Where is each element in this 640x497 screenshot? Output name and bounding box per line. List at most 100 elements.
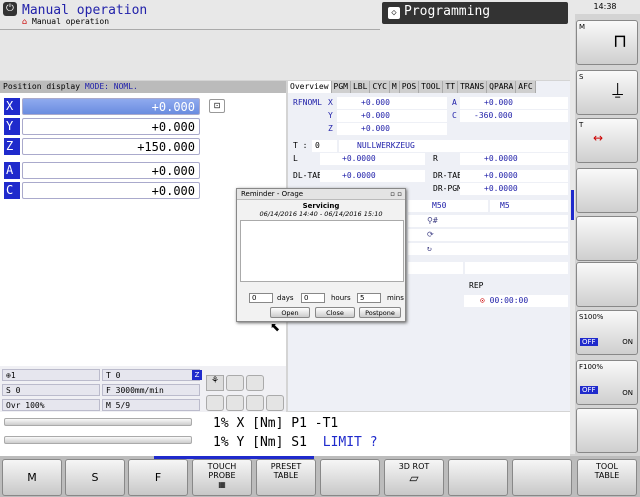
- softkey-3d-rot[interactable]: 3D ROT ▱: [384, 459, 444, 496]
- ov-r-value: +0.0000: [460, 153, 568, 165]
- ov-dltab-label: DL-TAB: [293, 171, 322, 180]
- tab-afc[interactable]: AFC: [516, 81, 536, 93]
- axis-row-c[interactable]: C +0.000: [4, 182, 200, 199]
- tab-trans[interactable]: TRANS: [458, 81, 488, 93]
- ov-rep: REP: [469, 281, 484, 290]
- softkey-empty-b[interactable]: [448, 459, 508, 496]
- programming-icon: ◇: [388, 7, 400, 19]
- programming-tab[interactable]: ◇ Programming: [382, 2, 568, 24]
- vsoftkey-empty-4[interactable]: [576, 408, 638, 453]
- vsoftkey-s100[interactable]: S100% OFF ON: [576, 310, 638, 355]
- s100-off: OFF: [580, 338, 598, 346]
- axis-value: +0.000: [22, 162, 200, 179]
- axis-label: A: [4, 162, 20, 179]
- postpone-button[interactable]: Postpone: [359, 307, 401, 318]
- limit-text: LIMIT ?: [322, 435, 378, 450]
- s100-on: ON: [622, 338, 633, 346]
- vsoftkey-s[interactable]: S ⍊: [576, 70, 638, 115]
- hours-input[interactable]: 0: [301, 293, 325, 303]
- softkey-m[interactable]: M: [2, 459, 62, 496]
- vsoftkey-t-label: T: [579, 121, 584, 129]
- ov-time-value: 00:00:00: [489, 296, 529, 305]
- days-input[interactable]: 0: [249, 293, 273, 303]
- ov-x-value: +0.000: [337, 97, 447, 109]
- softkey-f[interactable]: F: [128, 459, 188, 496]
- ov-r-label: R: [433, 154, 438, 163]
- ov-tool-name: NULLWERKZEUG: [339, 140, 568, 152]
- right-strip: [570, 14, 575, 454]
- ov-tool-number: 0: [312, 140, 337, 152]
- rotate-icon: ↻: [427, 244, 432, 253]
- ov-row-w4a: [408, 262, 463, 274]
- close-icon[interactable]: ▫ ▫: [390, 189, 402, 200]
- tab-qpara[interactable]: QPARA: [487, 81, 517, 93]
- mins-input[interactable]: 5: [357, 293, 381, 303]
- ov-row-w4b: [465, 262, 568, 274]
- dialog-heading: Servicing: [302, 202, 340, 210]
- pin-icon[interactable]: ⊡: [209, 99, 225, 113]
- tab-overview[interactable]: Overview: [288, 81, 332, 93]
- s100-label: S100%: [579, 313, 604, 321]
- vsoftkey-empty-3[interactable]: [576, 262, 638, 307]
- clamp-icon: ⚲#: [427, 216, 438, 225]
- tool-change-icon: ↔: [593, 131, 604, 145]
- ov-tool-t: T :: [293, 141, 308, 150]
- tab-tt[interactable]: TT: [443, 81, 459, 93]
- bottom-line-2: 1% Y [Nm] S1 LIMIT ?: [213, 435, 378, 450]
- scroll-indicator[interactable]: [571, 190, 574, 220]
- status-mfunc: M 5/9: [102, 399, 200, 411]
- position-mode: MODE: NOML.: [84, 82, 138, 91]
- close-button[interactable]: Close: [315, 307, 355, 318]
- tab-lbl[interactable]: LBL: [350, 81, 371, 93]
- tab-m[interactable]: M: [389, 81, 400, 93]
- axis-row-x[interactable]: X +0.000: [4, 98, 200, 115]
- ov-timer: ⊙ 00:00:00: [464, 295, 568, 307]
- ov-x-label: X: [328, 98, 333, 107]
- touch-probe-label: TOUCH PROBE: [207, 462, 237, 480]
- ov-drtab-value: +0.0000: [460, 170, 568, 182]
- header-left: ⏻ Manual operation ⌂ Manual operation: [0, 0, 380, 30]
- ov-row-w3: ↻: [408, 243, 568, 255]
- clock-icon: ⊙: [480, 296, 490, 305]
- axis-row-y[interactable]: Y +0.000: [4, 118, 200, 135]
- softkey-s[interactable]: S: [65, 459, 125, 496]
- ov-drpgm-label: DR-PGM: [433, 184, 462, 193]
- dialog-text-area[interactable]: [240, 220, 404, 282]
- vsoftkey-m[interactable]: M ⊓: [576, 20, 638, 65]
- vsoftkey-empty-2[interactable]: [576, 216, 638, 261]
- open-button[interactable]: Open: [270, 307, 310, 318]
- axis-row-a[interactable]: A +0.000: [4, 162, 200, 179]
- status-box-5: [246, 395, 264, 411]
- vsoftkey-m-label: M: [579, 23, 586, 31]
- power-icon: ⏻: [3, 2, 17, 16]
- ov-drtab-label: DR-TAB: [433, 171, 462, 180]
- programming-label: Programming: [404, 4, 491, 19]
- mins-label: mins: [387, 294, 404, 302]
- axis-label: C: [4, 182, 20, 199]
- dialog-titlebar: Reminder - Orage ▫ ▫: [237, 189, 405, 200]
- softkey-tool-table[interactable]: TOOL TABLE: [577, 459, 637, 496]
- softkey-touch-probe[interactable]: TOUCH PROBE ▦: [192, 459, 252, 496]
- ov-l-label: L: [293, 154, 298, 163]
- tab-pos[interactable]: POS: [399, 81, 420, 93]
- softkey-empty-c[interactable]: [512, 459, 572, 496]
- probe-icon: ⚘: [206, 375, 224, 391]
- status-tool-symbol: ⊕1: [2, 369, 100, 381]
- ov-drpgm-value: +0.0000: [460, 183, 568, 195]
- axis-value: +0.000: [22, 118, 200, 135]
- tab-cyc[interactable]: CYC: [370, 81, 390, 93]
- tab-pgm[interactable]: PGM: [331, 81, 351, 93]
- vsoftkey-f100[interactable]: F100% OFF ON: [576, 360, 638, 405]
- ov-m50: M50: [408, 200, 488, 212]
- tab-tool[interactable]: TOOL: [419, 81, 444, 93]
- dialog-range: 06/14/2016 14:40 - 06/14/2016 15:10: [259, 210, 383, 218]
- vsoftkey-empty-1[interactable]: [576, 168, 638, 213]
- ov-l-value: +0.0000: [320, 153, 425, 165]
- softkey-preset-table[interactable]: PRESET TABLE: [256, 459, 316, 496]
- axis-row-z[interactable]: Z +150.000: [4, 138, 200, 155]
- ov-z-value: +0.000: [337, 123, 447, 135]
- softkey-empty-a[interactable]: [320, 459, 380, 496]
- vsoftkey-t[interactable]: T ↔: [576, 118, 638, 163]
- preset-table-label: PRESET TABLE: [270, 462, 302, 480]
- tool-table-label: TOOL TABLE: [594, 462, 620, 480]
